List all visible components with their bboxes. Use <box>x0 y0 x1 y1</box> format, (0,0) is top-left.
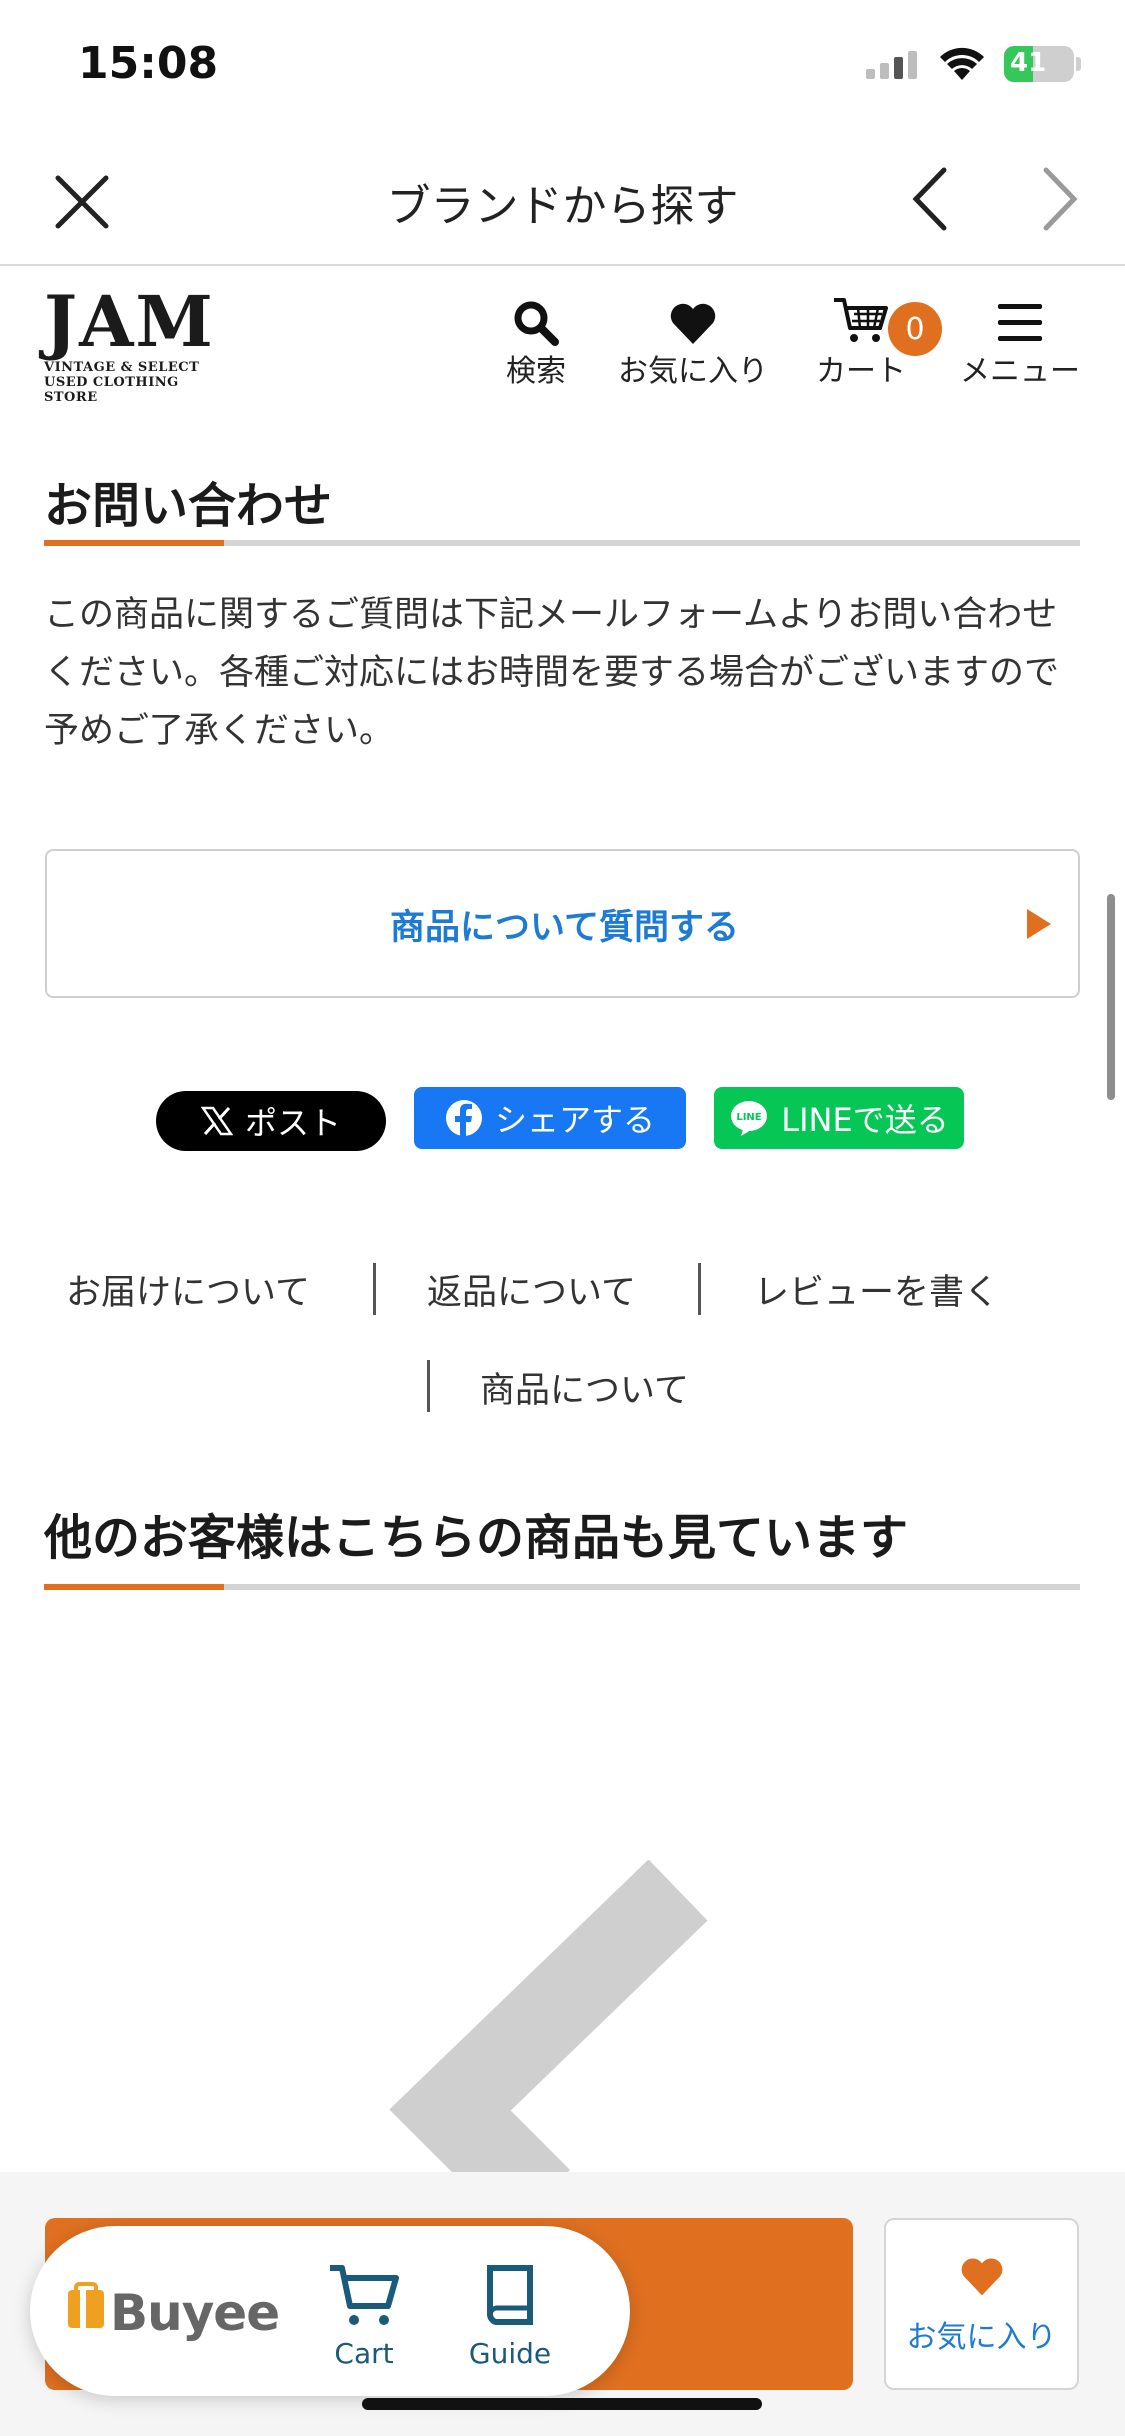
recommend-heading: 他のお客様はこちらの商品も見ています <box>44 1510 909 1566</box>
header-menu-button[interactable]: メニュー <box>960 290 1080 390</box>
cart-icon <box>834 298 888 342</box>
menu-label: メニュー <box>960 354 1080 389</box>
heart-icon <box>670 303 716 344</box>
cart-count-badge: 0 <box>888 302 942 356</box>
status-time: 15:08 <box>78 38 219 89</box>
link-divider <box>373 1263 376 1315</box>
logo-text: JAM <box>44 280 215 363</box>
bottom-favorite-button[interactable]: お気に入り <box>884 2218 1079 2390</box>
link-divider <box>698 1263 701 1315</box>
x-post-label: ポスト <box>244 1104 341 1142</box>
header-search-button[interactable]: 検索 <box>500 290 572 390</box>
link-divider <box>427 1360 430 1412</box>
bottom-favorite-label: お気に入り <box>906 2320 1057 2355</box>
recommend-heading-underline <box>44 1584 1080 1590</box>
inquiry-heading-underline <box>44 540 1080 546</box>
header-favorites-button[interactable]: お気に入り <box>612 290 774 390</box>
line-share-button[interactable]: LINE LINEで送る <box>714 1087 964 1149</box>
site-logo[interactable]: JAM VINTAGE & SELECT USED CLOTHING STORE <box>44 280 224 406</box>
logo-subtitle-2: USED CLOTHING STORE <box>44 375 179 405</box>
forward-button[interactable] <box>1034 164 1084 234</box>
ask-question-button[interactable]: 商品について質問する <box>45 849 1080 998</box>
link-returns[interactable]: 返品について <box>427 1264 636 1315</box>
battery-level: 41 <box>1010 48 1047 78</box>
heart-icon <box>961 2258 1002 2296</box>
cart-label: カート <box>816 354 906 389</box>
scrollbar[interactable] <box>1107 894 1115 1100</box>
link-about-product[interactable]: 商品について <box>480 1362 689 1413</box>
chevron-right-icon <box>1043 167 1078 231</box>
buyee-guide-label: Guide <box>468 2337 552 2370</box>
cellular-signal-icon <box>866 51 917 79</box>
line-logo-icon: LINE <box>731 1101 768 1136</box>
link-delivery[interactable]: お届けについて <box>66 1264 310 1315</box>
inquiry-text: この商品に関するご質問は下記メールフォームよりお問い合わせください。各種ご対応に… <box>44 595 1060 751</box>
status-icons: 41 <box>866 46 1081 82</box>
carousel-prev-chevron-icon[interactable] <box>0 1860 1125 2180</box>
search-label: 検索 <box>506 354 566 389</box>
favorites-label: お気に入り <box>618 354 768 389</box>
buyee-guide-button[interactable]: Guide <box>460 2262 560 2370</box>
ask-question-label: 商品について質問する <box>390 908 739 948</box>
page-title: ブランドから探す <box>386 181 739 232</box>
search-icon <box>514 301 559 346</box>
line-share-label: LINEで送る <box>781 1101 949 1139</box>
facebook-logo-icon <box>445 1100 482 1136</box>
facebook-share-button[interactable]: シェアする <box>414 1087 686 1149</box>
facebook-share-label: シェアする <box>494 1101 655 1139</box>
x-post-button[interactable]: ポスト <box>156 1091 386 1151</box>
buyee-cart-label: Cart <box>334 2337 394 2370</box>
chevron-left-icon <box>912 167 947 231</box>
book-icon <box>487 2265 533 2325</box>
home-indicator[interactable] <box>362 2398 762 2410</box>
play-arrow-icon <box>1027 909 1051 939</box>
link-write-review[interactable]: レビューを書く <box>754 1264 999 1315</box>
x-logo-icon <box>200 1106 233 1136</box>
buyee-cart-button[interactable]: Cart <box>314 2262 414 2370</box>
hamburger-menu-icon <box>998 304 1042 341</box>
buyee-logo[interactable]: Buyee <box>110 2284 280 2342</box>
line-logo-text: LINE <box>737 1112 762 1123</box>
battery-icon: 41 <box>1004 46 1074 82</box>
logo-subtitle-1: VINTAGE & SELECT <box>44 360 200 375</box>
back-button[interactable] <box>906 164 956 234</box>
inquiry-heading: お問い合わせ <box>44 478 333 534</box>
cart-icon <box>330 2265 399 2325</box>
wifi-icon <box>940 47 984 80</box>
buyee-logo-icon <box>68 2282 104 2328</box>
buyee-toolbar: Buyee Cart Guide <box>30 2226 630 2396</box>
